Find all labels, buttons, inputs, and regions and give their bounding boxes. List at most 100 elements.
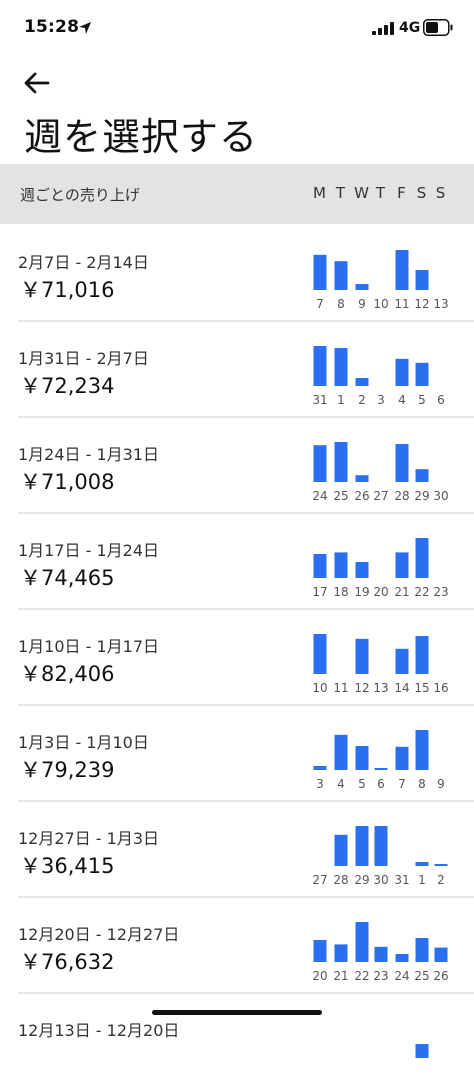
- bar-date-label: 3: [377, 393, 385, 407]
- week-bar-chart: 31 1 2 3 4 5 6: [312, 346, 445, 407]
- bar-date-label: 2: [437, 873, 445, 887]
- bar-26: [355, 475, 369, 482]
- week-row[interactable]: 1月10日 - 1月17日 ￥82,406 10 11 12 13 14 15 16: [0, 610, 474, 706]
- bar-29: [355, 826, 369, 866]
- bar-1: [334, 348, 348, 386]
- bar-date-label: 6: [377, 777, 385, 791]
- bar-8: [334, 261, 348, 290]
- week-row[interactable]: 1月17日 - 1月24日 ￥74,465 17 18 19 20 21 22 23: [0, 514, 474, 610]
- bar-12: [415, 270, 429, 290]
- bar-date-label: 25: [414, 969, 429, 983]
- week-bar-chart: 24 25 26 27 28 29 30: [312, 442, 449, 503]
- bar-22: [415, 538, 429, 578]
- day-letter-thu: T: [375, 184, 387, 202]
- bar-date-label: 30: [433, 489, 448, 503]
- bar-date-label: 16: [433, 681, 448, 695]
- week-row[interactable]: 1月3日 - 1月10日 ￥79,239 3456789: [0, 706, 474, 802]
- bar-31: [313, 346, 327, 386]
- bar-date-label: 4: [398, 393, 406, 407]
- bar-date-label: 1: [337, 393, 345, 407]
- bar-date-label: 27: [373, 489, 388, 503]
- bar-3: [313, 766, 327, 770]
- bar-date-label: 23: [373, 969, 388, 983]
- bar-date-label: 23: [433, 585, 448, 599]
- bar-date-label: 13: [373, 681, 388, 695]
- bar-2: [434, 864, 448, 866]
- bar-date-label: 18: [333, 585, 348, 599]
- bar-25: [334, 442, 348, 482]
- bar-21: [395, 552, 409, 578]
- bar-date-label: 25: [333, 489, 348, 503]
- bar-date-label: 7: [398, 777, 406, 791]
- bar-15: [415, 636, 429, 674]
- week-row[interactable]: 12月20日 - 12月27日 ￥76,632 20 21 22 23 24 25 26: [0, 898, 474, 994]
- week-row[interactable]: 2月7日 - 2月14日 ￥71,016 7 8 9 10 11 12 13: [0, 226, 474, 322]
- bar-date-label: 7: [316, 297, 324, 311]
- bar-date-label: 9: [437, 777, 445, 791]
- bar-25: [415, 938, 429, 962]
- bar-7: [313, 254, 327, 290]
- bar-date-label: 2: [358, 393, 366, 407]
- week-bar-chart: 3456789: [313, 730, 445, 791]
- week-row[interactable]: 1月31日 - 2月7日 ￥72,234 31 1 2 3 4 5 6: [0, 322, 474, 418]
- bar-23: [374, 946, 388, 962]
- day-letter-sun: S: [435, 184, 447, 202]
- bar-date-label: 15: [414, 681, 429, 695]
- week-row[interactable]: 1月24日 - 1月31日 ￥71,008 24 25 26 27 28 29 30: [0, 418, 474, 514]
- bar-date-label: 20: [312, 969, 327, 983]
- bar-date-label: 22: [354, 969, 369, 983]
- bar-date-label: 6: [437, 393, 445, 407]
- bar-date-label: 29: [414, 489, 429, 503]
- location-arrow-icon: [79, 22, 91, 34]
- bar-date-label: 28: [333, 873, 348, 887]
- list-header-label: 週ごとの売り上げ: [20, 186, 140, 204]
- week-bar-chart: 20 21 22 23 24 25 26: [312, 922, 449, 983]
- bar-date-label: 1: [418, 873, 426, 887]
- bar-date-label: 28: [394, 489, 409, 503]
- week-bar-chart: 27 28 29 30 31 1 2: [312, 826, 448, 887]
- bar-7: [395, 746, 409, 770]
- bar-date-label: 29: [354, 873, 369, 887]
- bar-18: [334, 552, 348, 578]
- week-bar-chart: 7 8 9 10 11 12 13: [313, 250, 449, 311]
- bar-20: [313, 940, 327, 962]
- bar-date-label: 8: [418, 777, 426, 791]
- bar-21: [334, 944, 348, 962]
- week-row[interactable]: 12月27日 - 1月3日 ￥36,415 27 28 29 30 31 1 2: [0, 802, 474, 898]
- bar-date-label: 10: [373, 297, 388, 311]
- day-letter-sat: S: [416, 184, 428, 202]
- bar-28: [334, 834, 348, 866]
- bar-date-label: 5: [418, 393, 426, 407]
- bar-date-label: 24: [394, 969, 409, 983]
- bar-date-label: 21: [394, 585, 409, 599]
- bar-5: [355, 746, 369, 770]
- page-title: 週を選択する: [24, 115, 259, 159]
- week-row[interactable]: 12月13日 - 12月20日: [0, 994, 474, 1090]
- bar-24: [313, 445, 327, 482]
- bar-date-label: 14: [394, 681, 409, 695]
- bar-date-label: 4: [337, 777, 345, 791]
- bar-2: [355, 378, 369, 386]
- bar-6: [374, 768, 388, 770]
- day-headers: M T W T F S S: [310, 184, 452, 208]
- bar-9: [355, 284, 369, 290]
- bar-date-label: 12: [414, 297, 429, 311]
- bar-4: [395, 358, 409, 386]
- battery-icon: [423, 19, 453, 36]
- bar-date-label: 11: [394, 297, 409, 311]
- bar-14: [395, 648, 409, 674]
- bar-date-label: 3: [316, 777, 324, 791]
- week-bar-chart: 17 18 19 20 21 22 23: [312, 538, 449, 599]
- day-letter-fri: F: [397, 184, 407, 202]
- bar-30: [374, 826, 388, 866]
- bar-date-label: 10: [312, 681, 327, 695]
- bar-26: [434, 947, 448, 962]
- bar-date-label: 22: [414, 585, 429, 599]
- bar-date-label: 30: [373, 873, 388, 887]
- day-letter-wed: W: [354, 184, 370, 202]
- bar-22: [355, 922, 369, 962]
- bar-1: [415, 862, 429, 866]
- bar-28: [395, 444, 409, 482]
- back-arrow-icon[interactable]: [22, 68, 52, 98]
- bar-date-label: 13: [433, 297, 448, 311]
